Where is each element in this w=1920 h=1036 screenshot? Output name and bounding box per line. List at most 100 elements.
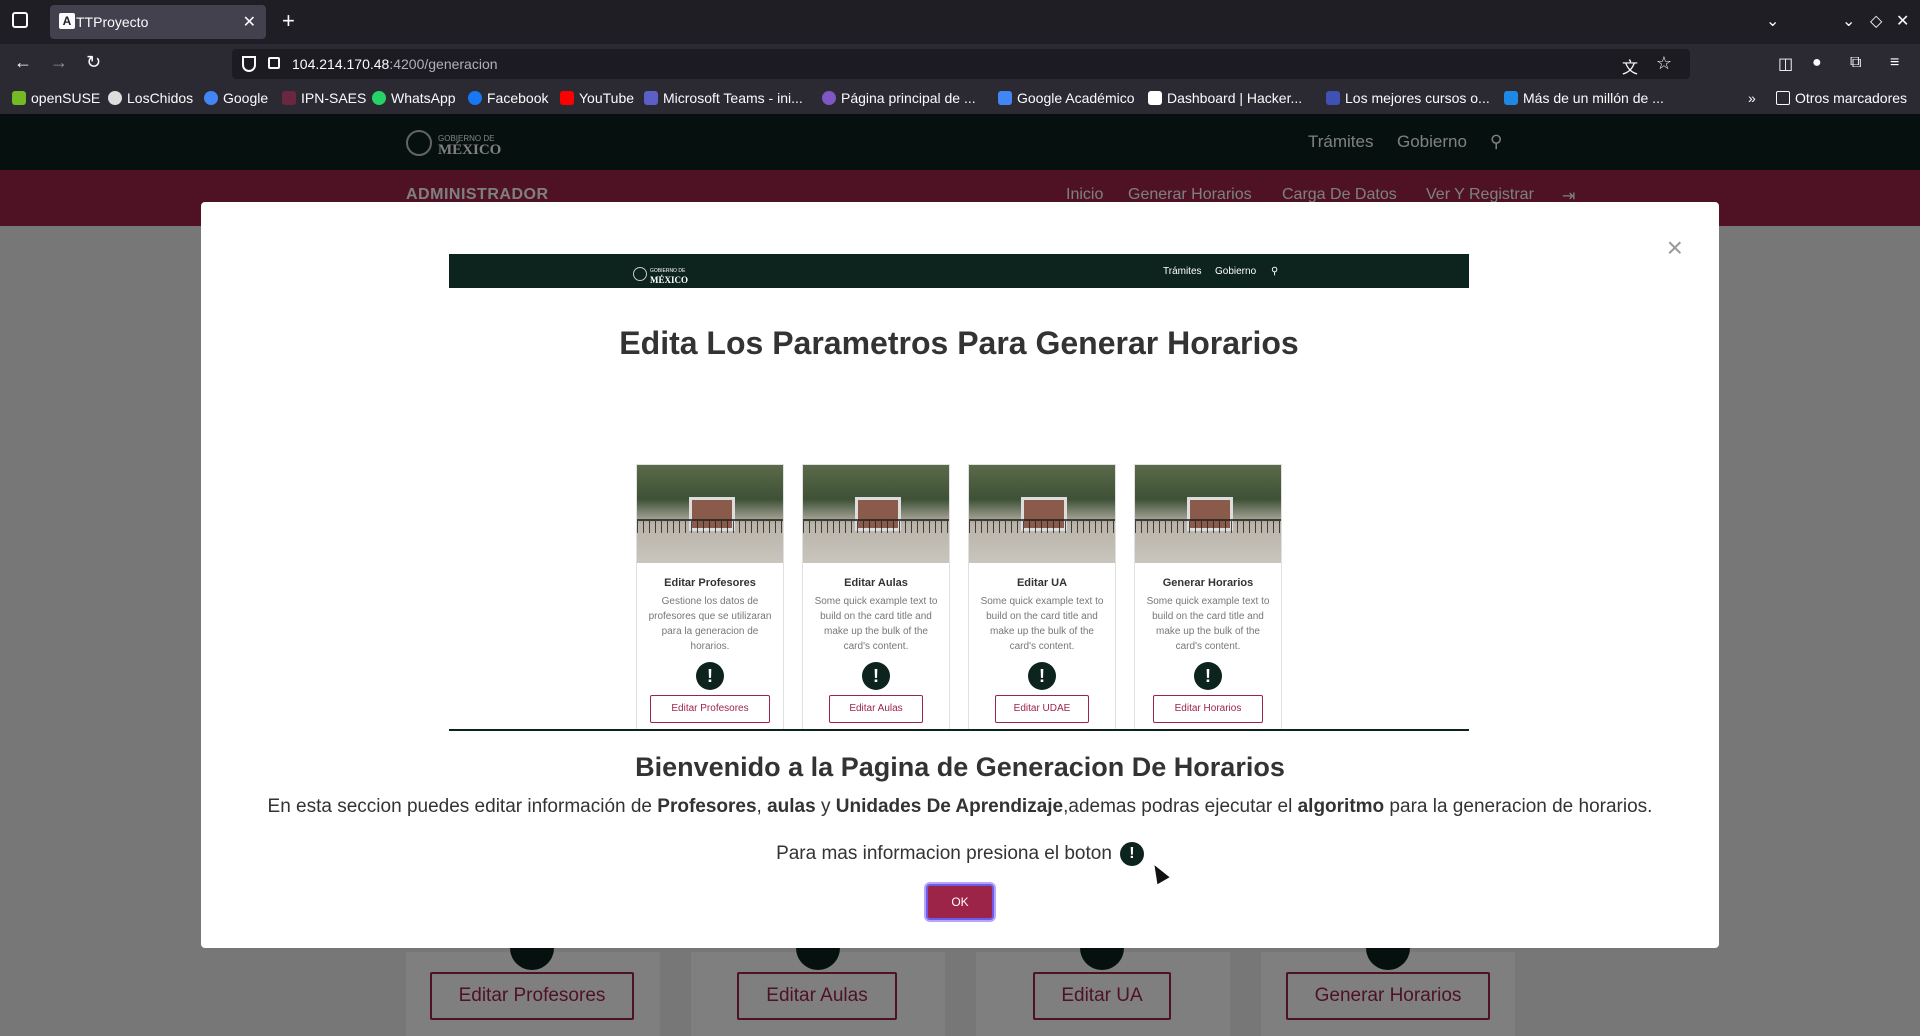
ok-button[interactable]: OK: [926, 884, 994, 920]
screenshot-cards: Editar Profesores Gestione los datos de …: [636, 464, 1286, 730]
facebook-icon: [468, 91, 482, 105]
minimize-icon[interactable]: ⌄: [1842, 11, 1855, 31]
menu-icon[interactable]: ≡: [1890, 54, 1899, 72]
bookmark-teams[interactable]: Microsoft Teams - ini...: [644, 90, 803, 106]
bookmark-google-academico[interactable]: Google Académico: [998, 90, 1135, 106]
pocket-icon[interactable]: ◫: [1778, 54, 1793, 74]
alert-icon: !: [1028, 662, 1056, 690]
extensions-icon[interactable]: ⧉: [1850, 54, 1861, 72]
google-icon: [204, 91, 218, 105]
list-all-tabs-icon[interactable]: ⌄: [1766, 11, 1779, 31]
bookmark-label: Google Académico: [1017, 90, 1135, 106]
tutorial-screenshot: GOBIERNO DE MÉXICO Trámites Gobierno ⚲ Ed…: [449, 252, 1469, 734]
desc-bold: algoritmo: [1297, 796, 1385, 817]
maximize-icon[interactable]: ◇: [1870, 11, 1882, 31]
folder-icon: [1776, 91, 1790, 105]
address-bar[interactable]: 104.214.170.48:4200/generacion 文 ☆: [232, 49, 1690, 79]
youtube-icon: [560, 91, 574, 105]
bookmark-pagina-principal[interactable]: Página principal de ...: [822, 90, 976, 106]
teams-icon: [644, 91, 658, 105]
bookmark-label: IPN-SAES: [301, 90, 367, 106]
bookmark-label: Google: [223, 90, 269, 106]
hackerrank-icon: [1148, 91, 1162, 105]
alert-icon[interactable]: !: [1119, 842, 1144, 866]
url-host: 104.214.170.48: [292, 56, 390, 72]
close-icon[interactable]: ×: [1667, 232, 1683, 264]
welcome-description: En esta seccion puedes editar informació…: [241, 795, 1679, 818]
screenshot-card: Generar Horarios Some quick example text…: [1134, 464, 1282, 730]
tab-list-icon[interactable]: [12, 12, 28, 28]
bookmark-label: Otros marcadores: [1795, 90, 1908, 106]
tab-close-icon[interactable]: ✕: [243, 12, 256, 32]
forward-icon[interactable]: →: [50, 52, 68, 73]
desc-text: y: [815, 796, 836, 817]
bookmark-star-icon[interactable]: ☆: [1656, 53, 1672, 74]
more-info-line: Para mas informacion presiona el boton!: [201, 842, 1719, 866]
card-button: Editar Profesores: [650, 695, 770, 723]
logo-big-text: MÉXICO: [650, 275, 688, 285]
translate-icon[interactable]: 文: [1622, 54, 1638, 78]
screenshot-nav-tramites: Trámites: [1163, 266, 1202, 277]
screenshot-card: Editar UA Some quick example text to bui…: [968, 464, 1116, 730]
bookmark-cursos[interactable]: Los mejores cursos o...: [1326, 90, 1490, 106]
account-icon[interactable]: ●: [1812, 54, 1822, 72]
logo-small-text: GOBIERNO DE: [650, 268, 686, 274]
screenshot-nav-gobierno: Gobierno: [1215, 266, 1257, 277]
bookmark-label: Página principal de ...: [841, 90, 976, 106]
card-text: Some quick example text to build on the …: [1146, 596, 1270, 652]
whatsapp-icon: [372, 91, 386, 105]
desc-text: ,: [756, 796, 768, 817]
card-image: [637, 465, 783, 563]
more-info-text: Para mas informacion presiona el boton: [776, 843, 1112, 865]
ipn-icon: [282, 91, 296, 105]
shield-icon[interactable]: [242, 56, 256, 72]
tab-title: TTProyecto: [76, 14, 149, 30]
card-text: Gestione los datos de profesores que se …: [648, 596, 772, 652]
browser-tab-bar: A TTProyecto ✕ + ⌄ ⌄ ◇ ✕: [0, 0, 1920, 44]
browser-tab[interactable]: A TTProyecto ✕: [50, 5, 266, 39]
card-title: Editar Aulas: [844, 577, 908, 589]
site-icon: [822, 91, 836, 105]
card-image: [969, 465, 1115, 563]
more-bookmarks-icon[interactable]: »: [1748, 90, 1756, 106]
card-image: [1135, 465, 1281, 563]
close-window-icon[interactable]: ✕: [1896, 11, 1909, 31]
bookmark-millon[interactable]: Más de un millón de ...: [1504, 90, 1664, 106]
bookmark-opensuse[interactable]: openSUSE: [12, 90, 100, 106]
bookmark-label: Más de un millón de ...: [1523, 90, 1664, 106]
card-text: Some quick example text to build on the …: [814, 596, 938, 652]
course-icon: [1326, 91, 1340, 105]
bookmark-facebook[interactable]: Facebook: [468, 90, 548, 106]
bookmark-google[interactable]: Google: [204, 90, 268, 106]
card-title: Editar UA: [1016, 577, 1068, 589]
desc-bold: aulas: [767, 796, 816, 817]
reload-icon[interactable]: ↻: [86, 52, 101, 73]
bookmark-label: Dashboard | Hacker...: [1167, 90, 1303, 106]
url-path: :4200/generacion: [389, 56, 498, 72]
desc-text: para la generacion de horarios.: [1384, 796, 1653, 817]
card-button: Editar Aulas: [829, 695, 923, 723]
screenshot-title: Edita Los Parametros Para Generar Horari…: [619, 325, 1299, 361]
desc-bold: Unidades De Aprendizaje: [835, 796, 1064, 817]
card-image: [803, 465, 949, 563]
card-text: Some quick example text to build on the …: [980, 596, 1104, 652]
bookmark-ipn-saes[interactable]: IPN-SAES: [282, 90, 366, 106]
alert-icon: !: [1194, 662, 1222, 690]
github-icon: [108, 91, 122, 105]
bookmark-loschidos[interactable]: LosChidos: [108, 90, 193, 106]
back-icon[interactable]: ←: [14, 52, 32, 73]
lock-icon[interactable]: [268, 57, 280, 69]
seal-icon: [633, 267, 647, 281]
bookmark-youtube[interactable]: YouTube: [560, 90, 634, 106]
scholar-icon: [998, 91, 1012, 105]
card-title: Editar Profesores: [664, 577, 756, 589]
alert-icon: !: [696, 662, 724, 690]
bookmark-hackerrank[interactable]: Dashboard | Hacker...: [1148, 90, 1302, 106]
divider: [449, 729, 1469, 731]
new-tab-icon[interactable]: +: [282, 8, 295, 34]
card-button: Editar UDAE: [995, 695, 1089, 723]
bookmark-whatsapp[interactable]: WhatsApp: [372, 90, 456, 106]
url-text[interactable]: 104.214.170.48:4200/generacion: [292, 56, 498, 72]
desc-bold: Profesores: [657, 796, 757, 817]
bookmark-otros[interactable]: Otros marcadores: [1776, 90, 1907, 106]
